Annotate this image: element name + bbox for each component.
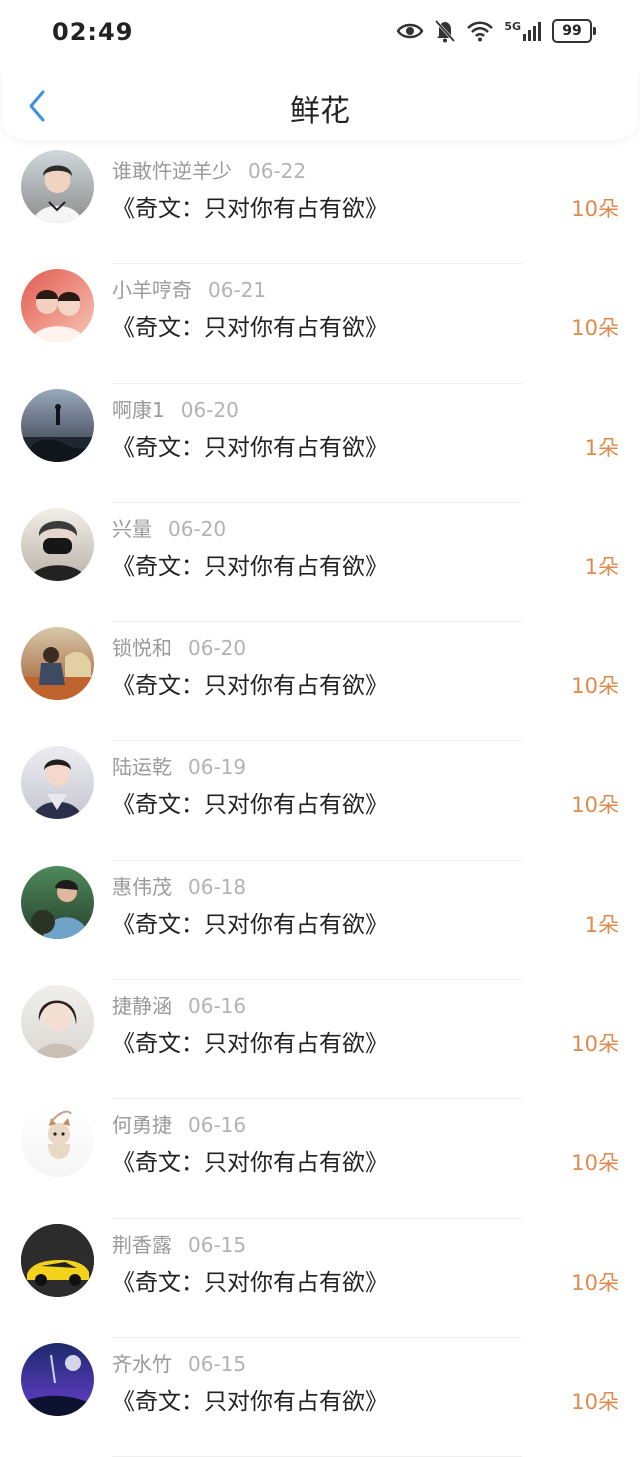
flower-count: 1朵 <box>584 554 619 579</box>
item-meta: 锁悦和 06-20 <box>112 632 246 661</box>
item-meta: 捷静涵 06-16 <box>112 990 246 1019</box>
status-bar: 02:49 5G 99 <box>0 0 640 70</box>
book-title: 《奇文：只对你有占有欲》 <box>112 792 388 819</box>
item-meta: 荆香露 06-15 <box>112 1229 246 1258</box>
item-meta: 惠伟茂 06-18 <box>112 871 246 900</box>
user-name: 兴量 <box>112 516 152 541</box>
list-item[interactable]: 何勇捷 06-16 《奇文：只对你有占有欲》 10朵 <box>0 1099 640 1219</box>
item-meta: 啊康1 06-20 <box>112 394 239 423</box>
item-date: 06-21 <box>208 278 267 303</box>
battery-icon: 99 <box>552 19 596 43</box>
book-title: 《奇文：只对你有占有欲》 <box>112 1031 388 1058</box>
item-date: 06-18 <box>188 874 247 899</box>
user-name: 齐水竹 <box>112 1351 172 1376</box>
item-meta: 小羊哼奇 06-21 <box>112 274 266 303</box>
user-name: 荆香露 <box>112 1232 172 1257</box>
avatar[interactable] <box>21 269 94 343</box>
signal-icon: 5G <box>504 20 542 42</box>
list-item[interactable]: 锁悦和 06-20 《奇文：只对你有占有欲》 10朵 <box>0 622 640 742</box>
page-title: 鲜花 <box>290 94 350 129</box>
list-item[interactable]: 小羊哼奇 06-21 《奇文：只对你有占有欲》 10朵 <box>0 264 640 384</box>
avatar[interactable] <box>21 388 94 462</box>
list-item[interactable]: 陆运乾 06-19 《奇文：只对你有占有欲》 10朵 <box>0 741 640 861</box>
list-item[interactable]: 齐水竹 06-15 《奇文：只对你有占有欲》 10朵 <box>0 1338 640 1457</box>
item-meta: 陆运乾 06-19 <box>112 751 246 780</box>
book-title: 《奇文：只对你有占有欲》 <box>112 315 388 342</box>
item-date: 06-16 <box>188 994 247 1019</box>
flower-list: 谁敢忤逆羊少 06-22 《奇文：只对你有占有欲》 10朵 小羊哼奇 06-21 《… <box>0 145 640 1457</box>
avatar[interactable] <box>21 865 94 939</box>
item-date: 06-20 <box>168 516 227 541</box>
item-date: 06-16 <box>188 1113 247 1138</box>
book-title: 《奇文：只对你有占有欲》 <box>112 434 388 461</box>
user-name: 惠伟茂 <box>112 874 172 899</box>
item-meta: 何勇捷 06-16 <box>112 1109 246 1138</box>
avatar[interactable] <box>21 985 94 1059</box>
user-name: 锁悦和 <box>112 636 172 661</box>
book-title: 《奇文：只对你有占有欲》 <box>112 1388 388 1415</box>
eye-icon <box>396 21 424 41</box>
list-item[interactable]: 荆香露 06-15 《奇文：只对你有占有欲》 10朵 <box>0 1219 640 1338</box>
list-item[interactable]: 兴量 06-20 《奇文：只对你有占有欲》 1朵 <box>0 503 640 623</box>
avatar[interactable] <box>21 627 94 701</box>
avatar[interactable] <box>21 1342 94 1416</box>
list-item[interactable]: 啊康1 06-20 《奇文：只对你有占有欲》 1朵 <box>0 384 640 503</box>
item-date: 06-19 <box>188 755 247 780</box>
list-item[interactable]: 捷静涵 06-16 《奇文：只对你有占有欲》 10朵 <box>0 980 640 1100</box>
wifi-icon <box>466 20 494 42</box>
user-name: 谁敢忤逆羊少 <box>112 159 232 183</box>
item-meta: 齐水竹 06-15 <box>112 1348 246 1377</box>
item-date: 06-15 <box>188 1232 247 1257</box>
avatar[interactable] <box>21 1223 94 1297</box>
avatar[interactable] <box>21 507 94 581</box>
flower-count: 10朵 <box>571 1389 619 1414</box>
avatar[interactable] <box>21 1104 94 1178</box>
flower-count: 10朵 <box>571 1270 619 1295</box>
book-title: 《奇文：只对你有占有欲》 <box>112 1269 388 1296</box>
network-label: 5G <box>504 20 521 33</box>
flower-count: 10朵 <box>571 1032 619 1057</box>
user-name: 啊康1 <box>112 397 165 422</box>
nav-bar: 鲜花 <box>2 70 638 140</box>
flower-count: 10朵 <box>571 1151 619 1176</box>
flower-count: 10朵 <box>571 197 619 221</box>
avatar[interactable] <box>21 150 94 223</box>
flower-count: 10朵 <box>571 674 619 699</box>
flower-count: 10朵 <box>571 793 619 818</box>
book-title: 《奇文：只对你有占有欲》 <box>112 196 388 222</box>
flower-count: 1朵 <box>584 435 619 460</box>
book-title: 《奇文：只对你有占有欲》 <box>112 553 388 580</box>
item-meta: 谁敢忤逆羊少 06-22 <box>112 155 306 184</box>
item-date: 06-15 <box>188 1351 247 1376</box>
user-name: 捷静涵 <box>112 994 172 1019</box>
bell-off-icon <box>434 19 456 43</box>
item-meta: 兴量 06-20 <box>112 513 226 542</box>
list-item[interactable]: 惠伟茂 06-18 《奇文：只对你有占有欲》 1朵 <box>0 861 640 981</box>
book-title: 《奇文：只对你有占有欲》 <box>112 911 388 938</box>
flower-count: 10朵 <box>571 316 619 341</box>
user-name: 小羊哼奇 <box>112 278 192 303</box>
item-date: 06-20 <box>180 397 239 422</box>
avatar[interactable] <box>21 746 94 820</box>
status-time: 02:49 <box>52 18 134 46</box>
flower-count: 1朵 <box>584 912 619 937</box>
book-title: 《奇文：只对你有占有欲》 <box>112 673 388 700</box>
item-date: 06-22 <box>248 159 307 183</box>
list-item[interactable]: 谁敢忤逆羊少 06-22 《奇文：只对你有占有欲》 10朵 <box>0 145 640 265</box>
user-name: 陆运乾 <box>112 755 172 780</box>
item-date: 06-20 <box>188 636 247 661</box>
book-title: 《奇文：只对你有占有欲》 <box>112 1150 388 1177</box>
user-name: 何勇捷 <box>112 1113 172 1138</box>
status-icons: 5G 99 <box>396 19 596 43</box>
